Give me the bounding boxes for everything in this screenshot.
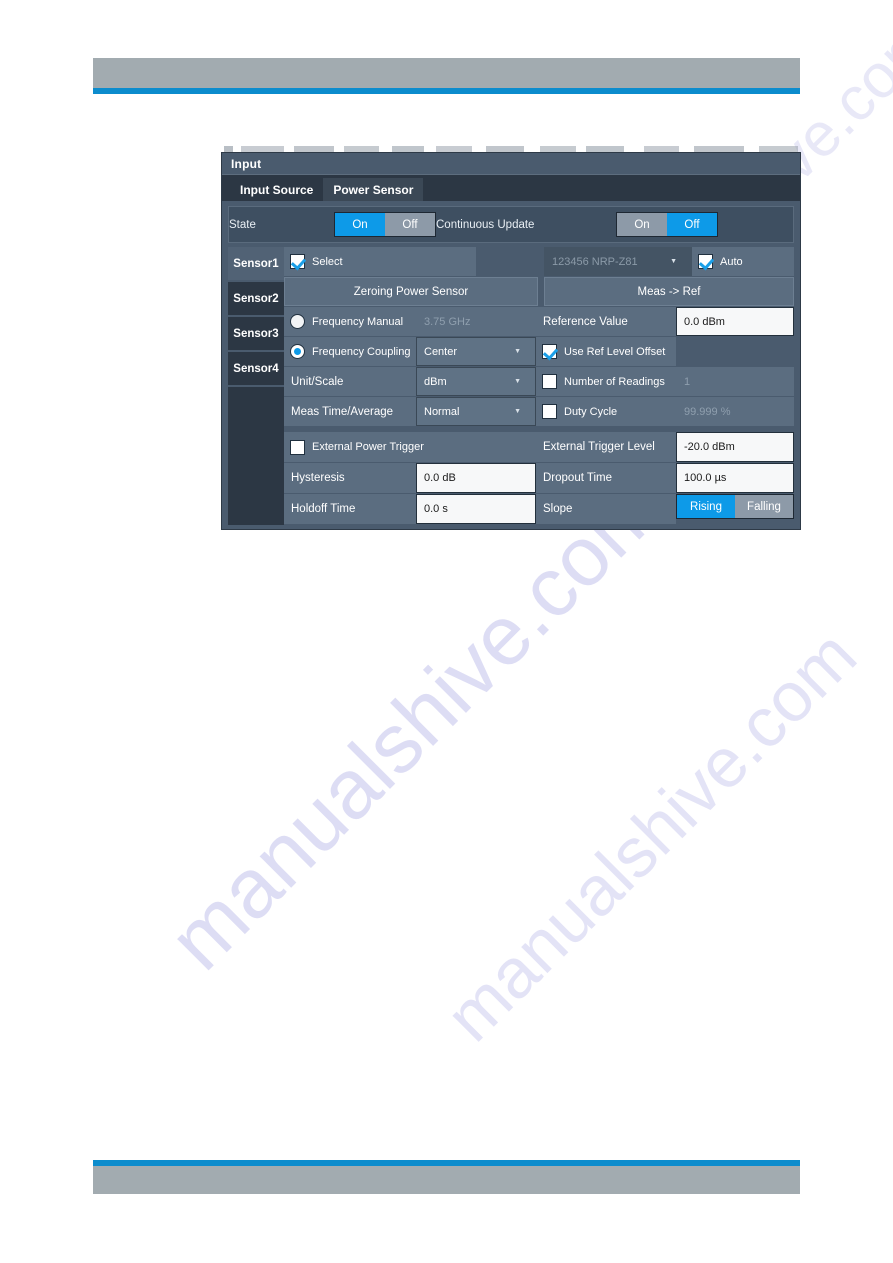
auto-checkbox-label: Auto [720,255,743,268]
duty-cycle-value[interactable]: 99.999 % [676,397,794,426]
slope-toggle[interactable]: Rising Falling [676,494,794,519]
slope-falling-option[interactable]: Falling [735,495,793,518]
state-on-option[interactable]: On [335,213,385,236]
reference-value-field[interactable]: 0.0 dBm [676,307,794,336]
checkbox-icon [542,374,557,389]
dropout-time-label: Dropout Time [536,463,676,493]
chevron-down-icon: ▼ [514,408,521,415]
reference-value-label: Reference Value [536,307,676,336]
select-checkbox-label: Select [312,255,343,268]
continuous-update-off-option[interactable]: Off [667,213,717,236]
frequency-coupling-label: Frequency Coupling [312,345,411,358]
continuous-update-toggle[interactable]: On Off [616,212,718,237]
holdoff-time-row: Holdoff Time 0.0 s Slope Rising Falling [284,494,794,524]
frequency-coupling-value: Center [424,345,458,358]
sensor-settings-panel: Select 123456 NRP-Z81 ▼ Auto Zeroing Pow… [284,247,794,525]
frequency-coupling-radio[interactable]: Frequency Coupling [284,337,416,366]
continuous-update-on-option[interactable]: On [617,213,667,236]
sensor-tab-sensor2[interactable]: Sensor2 [228,282,284,315]
state-off-option[interactable]: Off [385,213,435,236]
frequency-manual-row: Frequency Manual 3.75 GHz Reference Valu… [284,307,794,336]
dialog-body: State On Off Continuous Update On Off Se… [222,201,800,531]
hysteresis-label: Hysteresis [284,463,416,493]
dialog-tabbar: Input Source Power Sensor [222,174,800,201]
checkbox-icon [290,439,305,455]
frequency-manual-value[interactable]: 3.75 GHz [416,307,536,336]
external-power-trigger-row: External Power Trigger External Trigger … [284,432,794,462]
meas-to-ref-button[interactable]: Meas -> Ref [544,277,794,306]
sensor-select-row: Select 123456 NRP-Z81 ▼ Auto [284,247,794,276]
external-trigger-level-label: External Trigger Level [536,432,676,462]
dialog-title: Input [222,153,800,174]
number-of-readings-checkbox[interactable]: Number of Readings [536,367,676,396]
external-power-trigger-label: External Power Trigger [312,441,424,453]
number-of-readings-value[interactable]: 1 [676,367,794,396]
meas-time-average-value: Normal [424,405,460,418]
slope-rising-option[interactable]: Rising [677,495,735,518]
slope-label: Slope [536,494,676,524]
state-toggle[interactable]: On Off [334,212,436,237]
radio-icon [290,344,305,359]
unit-scale-label: Unit/Scale [284,367,416,396]
sensor-area: Sensor1 Sensor2 Sensor3 Sensor4 Select 1… [228,247,794,525]
sensor-device-dropdown[interactable]: 123456 NRP-Z81 ▼ [544,247,692,276]
tab-power-sensor[interactable]: Power Sensor [323,178,424,201]
meas-time-average-label: Meas Time/Average [284,397,416,426]
unit-scale-dropdown[interactable]: dBm ▼ [416,367,536,396]
tab-input-source[interactable]: Input Source [230,178,324,201]
hysteresis-field[interactable]: 0.0 dB [416,463,536,493]
sensor-rail-filler [228,387,284,525]
external-trigger-level-field[interactable]: -20.0 dBm [676,432,794,462]
unit-scale-row: Unit/Scale dBm ▼ Number of Readings 1 [284,367,794,396]
hysteresis-row: Hysteresis 0.0 dB Dropout Time 100.0 µs [284,463,794,493]
duty-cycle-label: Duty Cycle [564,405,618,418]
radio-icon [290,314,305,329]
use-ref-level-offset-label: Use Ref Level Offset [564,345,666,358]
external-power-trigger-checkbox[interactable]: External Power Trigger [284,432,536,462]
select-checkbox[interactable]: Select [284,247,476,276]
frequency-coupling-dropdown[interactable]: Center ▼ [416,337,536,366]
auto-checkbox[interactable]: Auto [692,247,794,276]
chevron-down-icon: ▼ [514,378,521,385]
row-gap [676,337,794,366]
checkbox-icon [290,254,305,269]
frequency-manual-label: Frequency Manual [312,315,404,328]
holdoff-time-field[interactable]: 0.0 s [416,494,536,524]
page-header-band [93,58,800,88]
state-label: State [229,218,256,231]
unit-scale-value: dBm [424,375,447,388]
page-header-rule [93,88,800,94]
zeroing-meas-row: Zeroing Power Sensor Meas -> Ref [284,277,794,306]
sensor-tab-sensor1[interactable]: Sensor1 [228,247,284,280]
meas-time-average-dropdown[interactable]: Normal ▼ [416,397,536,426]
sensor-tab-rail: Sensor1 Sensor2 Sensor3 Sensor4 [228,247,284,525]
frequency-coupling-row: Frequency Coupling Center ▼ Use Ref Leve… [284,337,794,366]
zeroing-power-sensor-button[interactable]: Zeroing Power Sensor [284,277,538,306]
checkbox-icon [542,344,557,359]
watermark-text: manualshive.com [430,615,872,1056]
select-row-gap [476,247,544,276]
number-of-readings-label: Number of Readings [564,375,665,388]
watermark-text: manualshive.com [150,458,680,988]
frequency-manual-radio[interactable]: Frequency Manual [284,307,416,336]
sensor-tab-sensor3[interactable]: Sensor3 [228,317,284,350]
meas-time-average-row: Meas Time/Average Normal ▼ Duty Cycle 99… [284,397,794,426]
holdoff-time-label: Holdoff Time [284,494,416,524]
chevron-down-icon: ▼ [514,348,521,355]
state-row: State On Off Continuous Update On Off [228,206,794,243]
duty-cycle-checkbox[interactable]: Duty Cycle [536,397,676,426]
input-dialog: Input Input Source Power Sensor State On… [221,152,801,530]
continuous-update-label: Continuous Update [436,218,535,231]
sensor-device-value: 123456 NRP-Z81 [552,255,638,268]
chevron-down-icon: ▼ [670,258,677,265]
use-ref-level-offset-checkbox[interactable]: Use Ref Level Offset [536,337,676,366]
page-footer-band [93,1166,800,1194]
checkbox-icon [698,254,713,269]
sensor-tab-sensor4[interactable]: Sensor4 [228,352,284,385]
dropout-time-field[interactable]: 100.0 µs [676,463,794,493]
checkbox-icon [542,404,557,419]
